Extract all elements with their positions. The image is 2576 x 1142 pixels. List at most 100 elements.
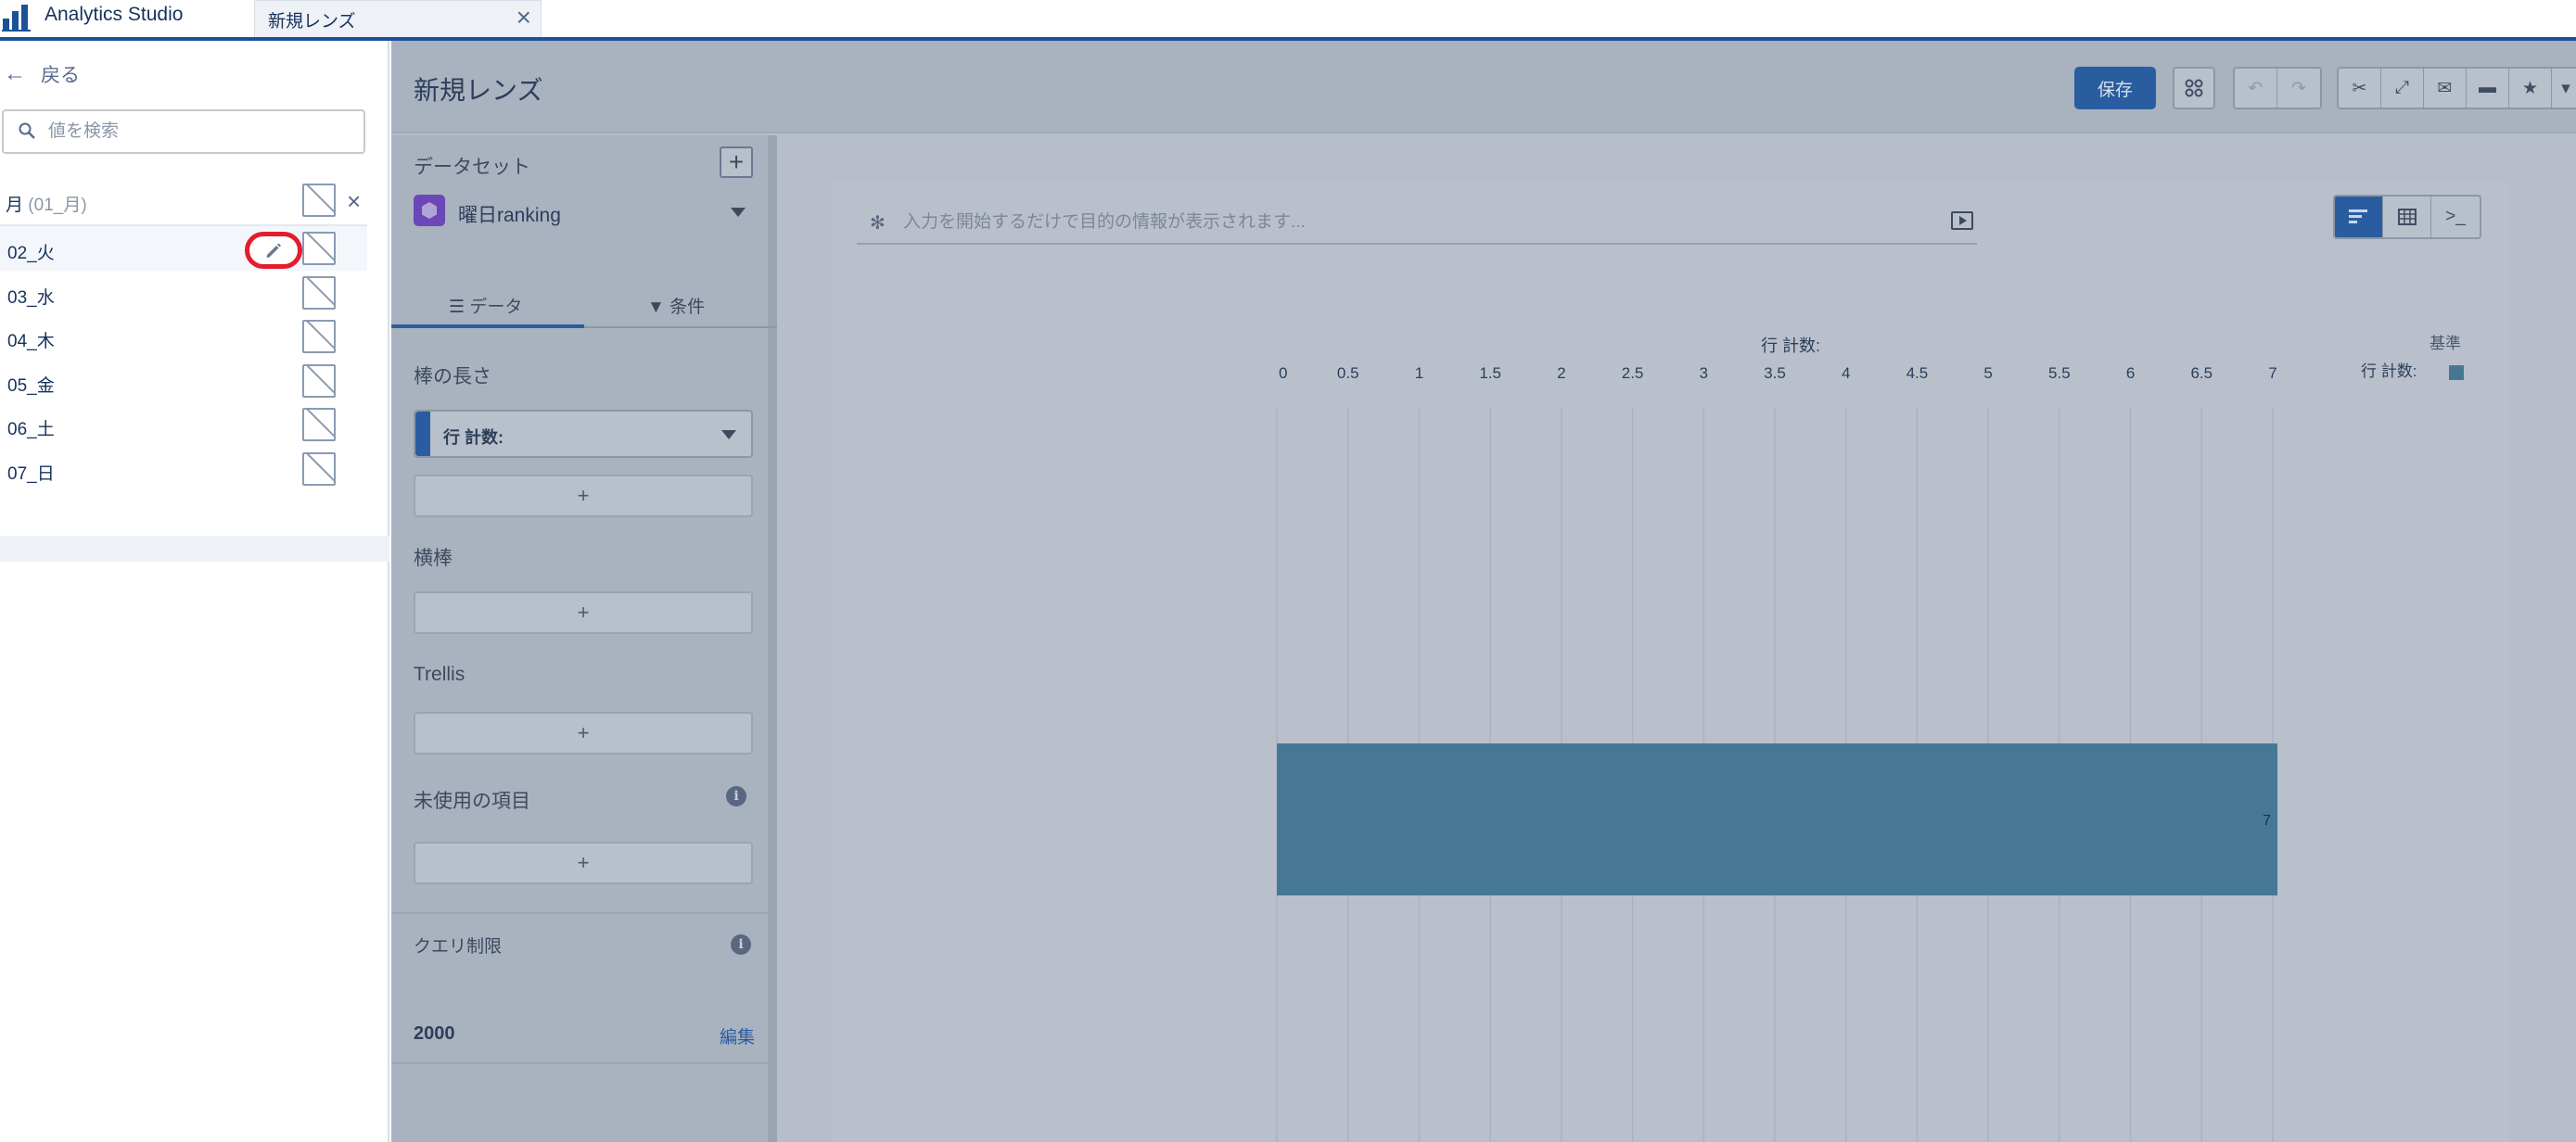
favorite-star-icon[interactable]: ★ <box>2509 69 2552 108</box>
add-unused-field-button[interactable]: + <box>414 842 753 884</box>
x-tick-label: 0 <box>1279 364 1287 382</box>
tab-filters[interactable]: ▼ 条件 <box>647 293 705 318</box>
x-tick-label: 3 <box>1700 364 1708 382</box>
undo-icon[interactable]: ↶ <box>2235 69 2277 108</box>
x-tick-label: 6 <box>2126 364 2135 382</box>
query-limit-value: 2000 <box>414 1023 455 1044</box>
share-mail-icon[interactable]: ✉ <box>2424 69 2467 108</box>
value-row-03[interactable]: 03_水 <box>0 271 367 315</box>
value-search-box <box>2 109 365 154</box>
add-dataset-button[interactable]: + <box>720 146 753 178</box>
value-list: 02_火 03_水 04_木 05_金 06_土 07_日 <box>0 226 367 490</box>
tab-title: 新規レンズ <box>268 12 356 32</box>
x-tick-label: 1 <box>1415 364 1423 382</box>
legend-swatch <box>2449 365 2464 380</box>
x-tick-label: 5 <box>1983 364 1992 382</box>
value-row-07[interactable]: 07_日 <box>0 447 367 491</box>
back-button[interactable]: ← 戻る <box>4 56 80 93</box>
print-icon[interactable]: ▬ <box>2467 69 2509 108</box>
measure-field-pill[interactable]: 行 計数: <box>414 410 753 458</box>
tab-bar: Analytics Studio 新規レンズ × <box>0 0 2576 41</box>
bars-section-title: 横棒 <box>414 548 453 569</box>
value-row-06[interactable]: 06_土 <box>0 402 367 447</box>
select-all-checkbox[interactable] <box>302 184 336 217</box>
dataset-icon <box>414 195 445 226</box>
x-tick-label: 6.5 <box>2190 364 2213 382</box>
lens-workspace: 新規レンズ 保存 ↶ ↷ ✂ ⤢ ✉ ▬ ★ ▾ データセット + 曜日rank… <box>391 41 2576 1142</box>
list-icon: ☰ <box>449 298 470 317</box>
filter-funnel-icon: ▼ <box>647 298 670 317</box>
value-checkbox[interactable] <box>302 320 336 353</box>
add-measure-button[interactable]: + <box>414 475 753 517</box>
back-label: 戻る <box>41 65 80 86</box>
value-checkbox[interactable] <box>302 451 336 486</box>
measure-dropdown-icon[interactable] <box>721 430 736 439</box>
value-search-input[interactable] <box>48 111 354 152</box>
dataset-name: 曜日ranking <box>458 205 561 226</box>
x-tick-label: 0.5 <box>1337 364 1359 382</box>
value-checkbox[interactable] <box>302 232 336 265</box>
add-trellis-button[interactable]: + <box>414 712 753 755</box>
lens-title: 新規レンズ <box>414 76 543 105</box>
undo-redo-group: ↶ ↷ <box>2233 67 2322 109</box>
value-checkbox[interactable] <box>302 275 336 310</box>
x-tick-label: 7 <box>2268 364 2276 382</box>
value-label: 02_火 <box>7 244 55 263</box>
tab-new-lens[interactable]: 新規レンズ × <box>254 0 542 37</box>
chart-canvas: ✻ >_ 行 計数: 基準 行 計数: 00.511.522.533.544.5… <box>833 182 2509 1142</box>
filter-header: 月 (01_月) × <box>6 184 371 217</box>
pencil-icon <box>266 243 281 258</box>
close-tab-icon[interactable]: × <box>516 3 531 32</box>
filter-selected-value: (01_月) <box>28 196 87 215</box>
filter-field-label: 月 <box>6 196 24 215</box>
edit-value-button[interactable] <box>245 232 302 269</box>
clip-scissors-icon[interactable]: ✂ <box>2339 69 2381 108</box>
bar[interactable] <box>1277 743 2277 895</box>
tab-filters-label: 条件 <box>670 298 706 317</box>
redo-icon[interactable]: ↷ <box>2277 69 2320 108</box>
search-icon <box>19 122 35 139</box>
value-label: 03_水 <box>7 287 55 308</box>
action-toolbar: ✂ ⤢ ✉ ▬ ★ ▾ <box>2337 67 2576 109</box>
value-checkbox[interactable] <box>302 408 336 441</box>
info-icon[interactable]: i <box>726 786 746 806</box>
value-row-05[interactable]: 05_金 <box>0 359 367 403</box>
query-limit-section-title: クエリ制限 <box>414 937 503 957</box>
tab-data[interactable]: ☰ データ <box>449 293 522 318</box>
divider <box>391 1062 777 1064</box>
edit-query-limit-link[interactable]: 編集 <box>720 1023 755 1048</box>
more-chevron-down-icon[interactable]: ▾ <box>2552 69 2576 108</box>
x-tick-label: 5.5 <box>2048 364 2071 382</box>
active-tab-indicator <box>391 324 584 328</box>
x-tick-label: 2 <box>1557 364 1565 382</box>
fullscreen-icon[interactable]: ⤢ <box>2381 69 2424 108</box>
lens-header: 新規レンズ 保存 ↶ ↷ ✂ ⤢ ✉ ▬ ★ ▾ <box>391 41 2576 133</box>
value-label: 04_木 <box>7 332 55 351</box>
x-tick-label: 1.5 <box>1479 364 1501 382</box>
unused-fields-section-title: 未使用の項目 <box>414 791 530 812</box>
value-row-04[interactable]: 04_木 <box>0 314 367 359</box>
tab-data-label: データ <box>469 298 523 317</box>
list-footer <box>0 536 389 562</box>
lens-editor-panel: データセット + 曜日ranking ☰ データ ▼ 条件 棒の長さ 行 計数:… <box>391 135 777 1142</box>
value-checkbox[interactable] <box>302 363 336 398</box>
add-grouping-button[interactable]: + <box>414 591 753 634</box>
filter-value-panel: ← 戻る 月 (01_月) × 02_火 03_水 <box>0 41 389 1142</box>
info-icon[interactable]: i <box>731 934 751 955</box>
clear-filter-icon[interactable]: × <box>347 187 361 216</box>
value-label: 07_日 <box>7 463 55 484</box>
bar-chart: 行 計数: 基準 行 計数: 0 0.5 1 1.5 2 2.5 3 3.5 4 4.5 5 5.5 6… <box>1276 335 2464 1142</box>
value-row-02[interactable]: 02_火 <box>0 226 367 271</box>
app-title: Analytics Studio <box>45 4 184 25</box>
x-tick-label: 4.5 <box>1906 364 1929 382</box>
x-axis-title: 行 計数: <box>1761 336 1820 355</box>
analytics-logo-icon <box>2 5 31 32</box>
bar-data-label: 7 <box>2263 813 2271 829</box>
x-tick-label: 3.5 <box>1764 364 1786 382</box>
explore-options-button[interactable] <box>2173 67 2215 109</box>
dataset-dropdown-icon <box>731 208 746 217</box>
dataset-selector[interactable]: 曜日ranking <box>414 193 757 230</box>
drag-handle-icon[interactable] <box>415 412 430 456</box>
save-button[interactable]: 保存 <box>2074 67 2156 109</box>
app-tab[interactable]: Analytics Studio <box>0 0 252 37</box>
